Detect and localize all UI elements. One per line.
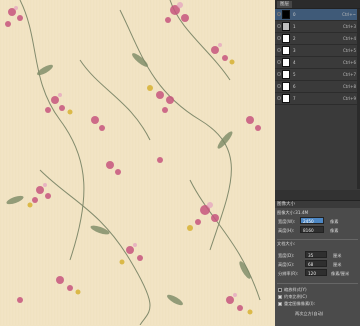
layer-shortcut: Ctrl+~ bbox=[342, 12, 356, 17]
visibility-eye-icon[interactable] bbox=[277, 72, 281, 76]
visibility-eye-icon[interactable] bbox=[277, 84, 281, 88]
visibility-eye-icon[interactable] bbox=[277, 48, 281, 52]
layer-row[interactable]: 6 Ctrl+8 bbox=[275, 81, 360, 93]
layer-shortcut: Ctrl+9 bbox=[342, 96, 356, 101]
layer-thumbnail bbox=[282, 22, 290, 31]
layers-panel: 图层 0 Ctrl+~ 1 Ctrl+3 2 Ctrl+4 3 Ctrl+5 4 Ctrl+6 5 C… bbox=[275, 0, 360, 190]
scale-styles-label: 缩放样式(Y) bbox=[284, 287, 307, 292]
doc-width-unit[interactable]: 厘米 bbox=[333, 253, 341, 259]
constrain-proportions-checkbox[interactable] bbox=[278, 295, 282, 299]
tab-layers[interactable]: 图层 bbox=[277, 1, 292, 8]
layer-row[interactable]: 4 Ctrl+6 bbox=[275, 57, 360, 69]
height-pixel-unit[interactable]: 像素 bbox=[330, 228, 338, 234]
divider bbox=[277, 239, 358, 240]
layer-shortcut: Ctrl+7 bbox=[342, 72, 356, 77]
doc-width-field[interactable]: 35 bbox=[305, 251, 327, 258]
layer-thumbnail bbox=[282, 82, 290, 91]
height-label: 高度(H): bbox=[278, 228, 295, 233]
resolution-field[interactable]: 120 bbox=[305, 269, 327, 276]
layer-thumbnail bbox=[282, 46, 290, 55]
resolution-unit[interactable]: 像素/厘米 bbox=[331, 271, 349, 277]
resample-method-select[interactable]: 两次立方(自动) bbox=[295, 311, 323, 317]
layer-thumbnail bbox=[282, 94, 290, 103]
visibility-eye-icon[interactable] bbox=[277, 12, 281, 16]
document-size-heading: 文档大小: bbox=[277, 241, 296, 246]
constrain-proportions-label: 约束比例(C) bbox=[284, 294, 307, 299]
layer-name: 0 bbox=[293, 12, 296, 17]
dialog-title: 图像大小 bbox=[275, 201, 360, 208]
layer-row[interactable]: 1 Ctrl+3 bbox=[275, 21, 360, 33]
divider bbox=[277, 283, 358, 284]
layer-row[interactable]: 3 Ctrl+5 bbox=[275, 45, 360, 57]
doc-width-label: 宽度(D): bbox=[278, 253, 295, 258]
doc-height-unit[interactable]: 厘米 bbox=[333, 262, 341, 268]
layer-shortcut: Ctrl+6 bbox=[342, 60, 356, 65]
layer-name: 4 bbox=[293, 60, 296, 65]
layer-name: 6 bbox=[293, 84, 296, 89]
layer-row[interactable]: 7 Ctrl+9 bbox=[275, 93, 360, 105]
image-size-text: 图像大小:31.4M bbox=[277, 210, 309, 215]
width-pixel-unit[interactable]: 像素 bbox=[330, 219, 338, 225]
document-canvas[interactable] bbox=[0, 0, 275, 325]
layer-thumbnail bbox=[282, 58, 290, 67]
layer-thumbnail bbox=[282, 34, 290, 43]
resample-label: 重定图像像素(I): bbox=[284, 301, 316, 306]
visibility-eye-icon[interactable] bbox=[277, 24, 281, 28]
resolution-label: 分辨率(R): bbox=[278, 271, 299, 276]
layer-shortcut: Ctrl+4 bbox=[342, 36, 356, 41]
visibility-eye-icon[interactable] bbox=[277, 60, 281, 64]
layer-shortcut: Ctrl+8 bbox=[342, 84, 356, 89]
layer-row[interactable]: 2 Ctrl+4 bbox=[275, 33, 360, 45]
scale-styles-checkbox[interactable] bbox=[278, 288, 282, 292]
panel-tab-bar: 图层 bbox=[275, 0, 360, 9]
visibility-eye-icon[interactable] bbox=[277, 96, 281, 100]
layer-name: 5 bbox=[293, 72, 296, 77]
doc-height-label: 高度(G): bbox=[278, 262, 295, 267]
layer-row[interactable]: 5 Ctrl+7 bbox=[275, 69, 360, 81]
resample-checkbox[interactable] bbox=[278, 302, 282, 306]
layer-name: 2 bbox=[293, 36, 296, 41]
width-pixel-field[interactable]: 2450 bbox=[300, 217, 324, 224]
layer-shortcut: Ctrl+3 bbox=[342, 24, 356, 29]
doc-height-field[interactable]: 68 bbox=[305, 260, 327, 267]
floral-pattern-artwork bbox=[5, 0, 261, 325]
height-pixel-field[interactable]: 8160 bbox=[300, 226, 324, 233]
width-label: 宽度(W): bbox=[278, 219, 296, 224]
layer-name: 3 bbox=[293, 48, 296, 53]
layer-name: 1 bbox=[293, 24, 296, 29]
image-size-dialog: 图像大小 图像大小:31.4M 宽度(W): 2450 像素 高度(H): 81… bbox=[275, 200, 360, 326]
layer-thumbnail bbox=[282, 10, 290, 19]
layer-thumbnail bbox=[282, 70, 290, 79]
layer-shortcut: Ctrl+5 bbox=[342, 48, 356, 53]
layer-name: 7 bbox=[293, 96, 296, 101]
layer-row[interactable]: 0 Ctrl+~ bbox=[275, 9, 360, 21]
visibility-eye-icon[interactable] bbox=[277, 36, 281, 40]
